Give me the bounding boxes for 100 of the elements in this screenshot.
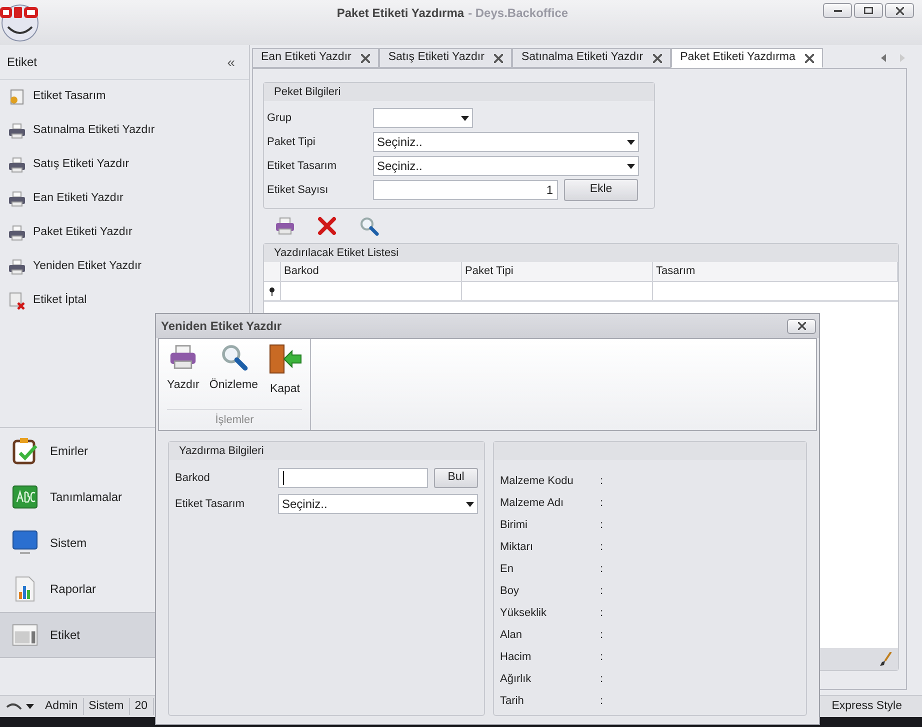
label-printer-icon bbox=[8, 191, 26, 207]
label-design-icon bbox=[8, 89, 26, 105]
sidebar-item[interactable]: Etiket İptal bbox=[0, 284, 249, 318]
clipboard-check-icon bbox=[12, 437, 38, 465]
pin-icon bbox=[269, 286, 275, 296]
document-tab[interactable]: Satış Etiketi Yazdır bbox=[379, 48, 512, 68]
close-button[interactable] bbox=[787, 318, 816, 334]
minimize-icon bbox=[834, 10, 842, 12]
label-sheet-icon bbox=[12, 623, 38, 647]
dropdown-caret-icon bbox=[466, 502, 474, 506]
close-tab-icon[interactable] bbox=[494, 54, 504, 62]
field-label: Etiket Tasarım bbox=[175, 496, 246, 512]
document-tab[interactable]: Satınalma Etiketi Yazdır bbox=[512, 48, 672, 68]
sidebar-item[interactable]: Paket Etiketi Yazdır bbox=[0, 216, 249, 250]
group-title: Peket Bilgileri bbox=[264, 83, 654, 101]
detail-colon: : bbox=[600, 474, 604, 489]
sidebar-item[interactable]: Ean Etiketi Yazdır bbox=[0, 182, 249, 216]
close-tab-icon[interactable] bbox=[805, 54, 814, 62]
document-tab[interactable]: Ean Etiketi Yazdır bbox=[252, 48, 380, 68]
field-label: Paket Tipi bbox=[267, 134, 316, 150]
abc-board-icon bbox=[12, 485, 38, 509]
detail-colon: : bbox=[600, 518, 604, 533]
add-button[interactable]: Ekle bbox=[564, 179, 638, 201]
style-name: Express Style bbox=[832, 698, 903, 714]
status-item: 20 bbox=[130, 698, 154, 716]
dropdown-field[interactable]: Seçiniz.. bbox=[373, 156, 639, 176]
close-tab-icon[interactable] bbox=[361, 54, 370, 62]
sidebar-item[interactable]: Satış Etiketi Yazdır bbox=[0, 148, 249, 182]
dropdown-field[interactable]: Seçiniz.. bbox=[278, 494, 478, 514]
detail-label: Birimi bbox=[500, 518, 528, 533]
dialog-title: Yeniden Etiket Yazdır bbox=[161, 318, 282, 335]
dropdown-caret-icon bbox=[627, 164, 635, 168]
find-button[interactable]: Bul bbox=[434, 468, 478, 488]
status-item: Admin bbox=[40, 698, 84, 716]
close-icon bbox=[896, 6, 904, 14]
detail-label: Boy bbox=[500, 584, 520, 599]
maximize-button[interactable] bbox=[854, 3, 883, 18]
print-icon bbox=[275, 216, 295, 236]
detail-colon: : bbox=[600, 606, 604, 621]
detail-colon: : bbox=[600, 672, 604, 687]
delete-icon bbox=[317, 216, 337, 236]
barcode-input-field[interactable] bbox=[278, 468, 428, 488]
column-header[interactable]: Barkod bbox=[281, 262, 462, 281]
minimize-button[interactable] bbox=[823, 3, 852, 18]
detail-label: Malzeme Adı bbox=[500, 496, 565, 511]
dropdown-caret-icon bbox=[627, 140, 635, 144]
ribbon-group-caption: İşlemler bbox=[167, 409, 302, 428]
document-tab[interactable]: Paket Etiketi Yazdırma bbox=[671, 48, 824, 68]
ribbon-button[interactable]: Kapat bbox=[266, 343, 304, 409]
column-header[interactable]: Paket Tipi bbox=[462, 262, 653, 281]
column-header[interactable]: Tasarım bbox=[653, 262, 898, 281]
label-printer-icon bbox=[8, 123, 26, 139]
monitor-icon bbox=[12, 530, 38, 556]
printer-icon bbox=[169, 343, 198, 371]
nav-group-item[interactable]: Raporlar bbox=[0, 566, 249, 612]
dropdown-field[interactable]: Seçiniz.. bbox=[373, 132, 639, 152]
field-label: Barkod bbox=[175, 470, 211, 486]
status-item: Sistem bbox=[84, 698, 130, 716]
detail-label: Hacim bbox=[500, 650, 532, 665]
detail-colon: : bbox=[600, 562, 604, 577]
detail-label: Alan bbox=[500, 628, 524, 643]
sidebar-item[interactable]: Etiket Tasarım bbox=[0, 80, 249, 114]
label-printer-icon bbox=[8, 259, 26, 275]
group-title: Yazdırma Bilgileri bbox=[169, 442, 484, 460]
brush-icon[interactable] bbox=[880, 652, 892, 666]
close-button[interactable] bbox=[885, 3, 914, 18]
group-title: Yazdırılacak Etiket Listesi bbox=[264, 244, 898, 262]
sidebar-header: Etiket bbox=[7, 54, 38, 71]
dropdown-field[interactable] bbox=[373, 108, 473, 128]
close-icon bbox=[798, 322, 806, 330]
field-label: Etiket Tasarım bbox=[267, 158, 338, 174]
bar-chart-report-icon bbox=[13, 576, 37, 602]
detail-colon: : bbox=[600, 540, 604, 555]
field-label: Grup bbox=[267, 110, 292, 126]
collapse-button[interactable]: « bbox=[227, 52, 242, 72]
scroll-left-icon[interactable] bbox=[881, 54, 886, 62]
detail-colon: : bbox=[600, 584, 604, 599]
field-label: Etiket Sayısı bbox=[267, 182, 330, 198]
close-tab-icon[interactable] bbox=[653, 54, 662, 62]
sidebar-item[interactable]: Satınalma Etiketi Yazdır bbox=[0, 114, 249, 148]
ribbon-button[interactable]: Önizleme bbox=[207, 343, 260, 409]
detail-colon: : bbox=[600, 496, 604, 511]
label-cancel-icon bbox=[8, 292, 26, 310]
detail-label: Yükseklik bbox=[500, 606, 548, 621]
detail-label: En bbox=[500, 562, 514, 577]
search-icon bbox=[220, 343, 248, 371]
ribbon-button[interactable]: Yazdır bbox=[165, 343, 202, 409]
detail-colon: : bbox=[600, 694, 604, 709]
search-icon bbox=[359, 216, 379, 236]
detail-colon: : bbox=[600, 650, 604, 665]
detail-colon: : bbox=[600, 628, 604, 643]
app-name: - Deys.Backoffice bbox=[468, 5, 568, 22]
number-input-field[interactable]: 1 bbox=[373, 180, 558, 200]
maximize-icon bbox=[864, 7, 873, 14]
nav-group-item[interactable]: Sistem bbox=[0, 520, 249, 566]
detail-label: Tarih bbox=[500, 694, 525, 709]
dropdown-caret-icon bbox=[461, 116, 469, 120]
sidebar-item[interactable]: Yeniden Etiket Yazdır bbox=[0, 250, 249, 284]
window-title: Paket Etiketi Yazdırma bbox=[336, 5, 464, 22]
label-printer-icon bbox=[8, 225, 26, 241]
